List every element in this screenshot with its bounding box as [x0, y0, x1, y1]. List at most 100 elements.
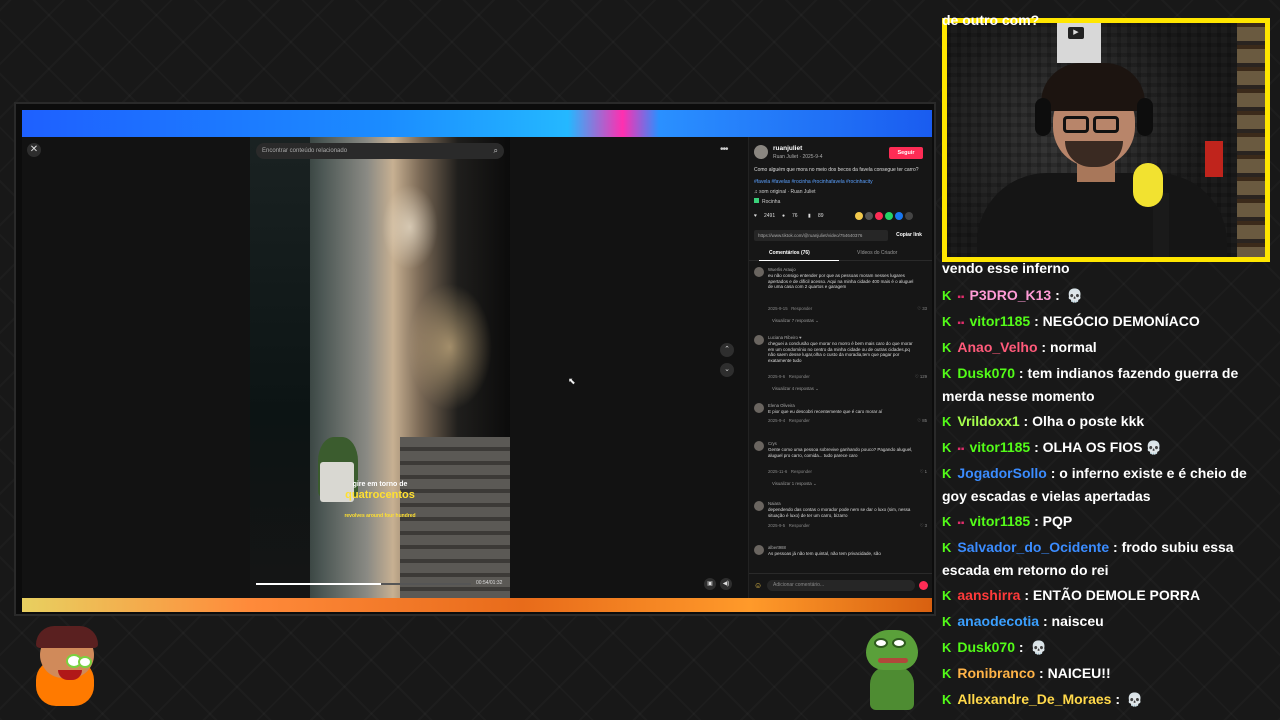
tab-creator-videos[interactable]: Vídeos do Criador	[857, 250, 897, 256]
comment-icon[interactable]: ●	[782, 213, 785, 219]
commenter-name[interactable]: Naiara	[768, 501, 781, 506]
reply-button[interactable]: Responder	[789, 418, 810, 423]
creator-username[interactable]: ruanjuliet	[773, 145, 802, 152]
close-icon[interactable]: ✕	[27, 143, 41, 157]
comment-like-count[interactable]: ♡ 85	[917, 418, 927, 424]
search-placeholder: Encontrar conteúdo relacionado	[262, 148, 348, 154]
facebook-share-icon[interactable]	[895, 212, 903, 220]
commenter-avatar[interactable]	[754, 441, 764, 451]
live-chat: de outro com? vendo esse inferno K ▪▪ P3DR…	[938, 0, 1280, 720]
comment-like-value: 33	[922, 306, 927, 311]
follow-button[interactable]: Seguir	[889, 147, 923, 159]
view-replies-button[interactable]: Visualizar 7 respostas ⌄	[772, 318, 819, 324]
video-progress-bar[interactable]	[256, 583, 471, 585]
add-comment-input[interactable]: Adicionar comentário...	[767, 580, 915, 591]
commenter-avatar[interactable]	[754, 501, 764, 511]
like-count: 2491	[764, 213, 776, 219]
commenter-avatar[interactable]	[754, 545, 764, 555]
previous-video-button[interactable]: ⌃	[720, 343, 734, 357]
chat-text: OLHA OS FIOS	[1042, 439, 1143, 455]
location-label[interactable]: Rocinha	[754, 198, 780, 205]
chat-separator: :	[1030, 313, 1043, 329]
commenter-name[interactable]: Wuerlis Araujo	[768, 267, 796, 272]
chat-username[interactable]: vitor1185	[969, 513, 1030, 529]
comment-count: 76	[792, 213, 798, 219]
location-text: Rocinha	[762, 199, 781, 205]
panel-tabs: Comentários (76) Vídeos do Criador	[749, 247, 932, 261]
tab-comments[interactable]: Comentários (76)	[769, 250, 810, 256]
commenter-name[interactable]: albert988	[768, 545, 786, 550]
video-player[interactable]: gire em torno de quatrocentos revolves a…	[250, 137, 510, 598]
tiktok-viewer: ✕ gire em torno de quatrocentos revolves…	[22, 137, 932, 598]
chat-username[interactable]: JogadorSollo	[957, 465, 1046, 481]
comment-like-count[interactable]: ♡ 33	[917, 306, 927, 312]
video-link-field[interactable]: https://www.tiktok.com/@ruanjuliet/video…	[754, 230, 888, 241]
emoji-icon[interactable]: ☺	[754, 581, 762, 590]
search-icon[interactable]: ⌕	[494, 143, 498, 159]
reply-button[interactable]: Responder	[789, 374, 810, 379]
send-comment-icon[interactable]	[919, 581, 928, 590]
chat-username[interactable]: vitor1185	[969, 313, 1030, 329]
chat-username[interactable]: Anao_Velho	[957, 339, 1037, 355]
copy-link-button[interactable]: Copiar link	[892, 230, 926, 241]
video-hashtags[interactable]: #favela #favelas #rocinha #rocinhafavela…	[754, 179, 926, 185]
chat-message: Kanaodecotia : naisceu	[942, 610, 1258, 633]
video-wall	[250, 137, 310, 598]
kick-badge-icon: K	[942, 692, 952, 707]
chat-message: K Vrildoxx1 : Olha o poste kkk	[942, 410, 1258, 433]
chat-username[interactable]: aanshirra	[957, 587, 1020, 603]
whatsapp-share-icon[interactable]	[885, 212, 893, 220]
commenter-name[interactable]: Luciana Ribeiro ♥	[768, 335, 802, 340]
view-replies-button[interactable]: Visualizar 4 respostas ⌄	[772, 386, 819, 392]
reply-button[interactable]: Responder	[791, 306, 812, 311]
kick-badge-icon: K	[942, 514, 952, 529]
reply-button[interactable]: Responder	[791, 469, 812, 474]
volume-icon[interactable]: ◀)	[720, 578, 732, 590]
commenter-avatar[interactable]	[754, 335, 764, 345]
embed-share-icon[interactable]	[865, 212, 873, 220]
chat-username[interactable]: Salvador_do_Ocidente	[957, 539, 1109, 555]
commenter-avatar[interactable]	[754, 403, 764, 413]
send-share-icon[interactable]	[875, 212, 883, 220]
next-video-button[interactable]: ⌄	[720, 363, 734, 377]
commenter-avatar[interactable]	[754, 267, 764, 277]
comment-date: 2025-9-6	[768, 374, 786, 379]
chat-username[interactable]: P3DRO_K13	[969, 287, 1051, 303]
chat-separator: :	[1030, 513, 1043, 529]
view-replies-button[interactable]: Visualizar 1 resposta ⌄	[772, 481, 817, 487]
location-icon	[754, 198, 759, 203]
chat-username[interactable]: Ronibranco	[957, 665, 1035, 681]
chat-username[interactable]: anaodecotia	[957, 613, 1039, 629]
pip-icon[interactable]: ▣	[704, 578, 716, 590]
more-options-icon[interactable]: •••	[720, 144, 728, 155]
comment-text: E pior que eu descobri recentemente que …	[768, 409, 883, 414]
chat-username[interactable]: Vrildoxx1	[957, 413, 1019, 429]
chat-message: K JogadorSollo : o inferno existe e é che…	[942, 462, 1258, 507]
like-icon[interactable]: ♥	[754, 213, 757, 219]
search-input[interactable]: Encontrar conteúdo relacionado ⌕	[256, 143, 504, 159]
comment-date: 2025-11-6	[768, 469, 788, 474]
commenter-name[interactable]: Crys	[768, 441, 777, 446]
chat-message: K Allexandre_De_Moraes : 💀	[942, 688, 1258, 711]
comment-like-count[interactable]: ♡ 1	[920, 469, 927, 475]
emoji-share-icon[interactable]	[855, 212, 863, 220]
reply-button[interactable]: Responder	[789, 523, 810, 528]
comment-text: eu não consigo entender por que as pesso…	[768, 273, 914, 290]
bookmark-count: 89	[818, 213, 824, 219]
skull-emote-icon: 💀	[1126, 692, 1144, 707]
chat-separator: :	[1039, 613, 1052, 629]
comment-like-count[interactable]: ♡ 3	[920, 523, 927, 529]
kick-badge-icon: K	[942, 340, 952, 355]
kick-badge-icon: K	[942, 614, 952, 629]
chat-username[interactable]: Allexandre_De_Moraes	[957, 691, 1111, 707]
more-share-icon[interactable]	[905, 212, 913, 220]
bookmark-icon[interactable]: ▮	[808, 213, 811, 219]
music-label[interactable]: ♫ som original · Ruan Juliet	[754, 189, 816, 195]
creator-avatar[interactable]	[754, 145, 768, 159]
creator-subtitle: Ruan Juliet · 2025-9-4	[773, 154, 823, 160]
chat-username[interactable]: Dusk070	[957, 365, 1015, 381]
comment-like-count[interactable]: ♡ 129	[915, 374, 927, 380]
commenter-name[interactable]: Elena Oliveira	[768, 403, 795, 408]
chat-username[interactable]: Dusk070	[957, 639, 1015, 655]
chat-username[interactable]: vitor1185	[969, 439, 1030, 455]
